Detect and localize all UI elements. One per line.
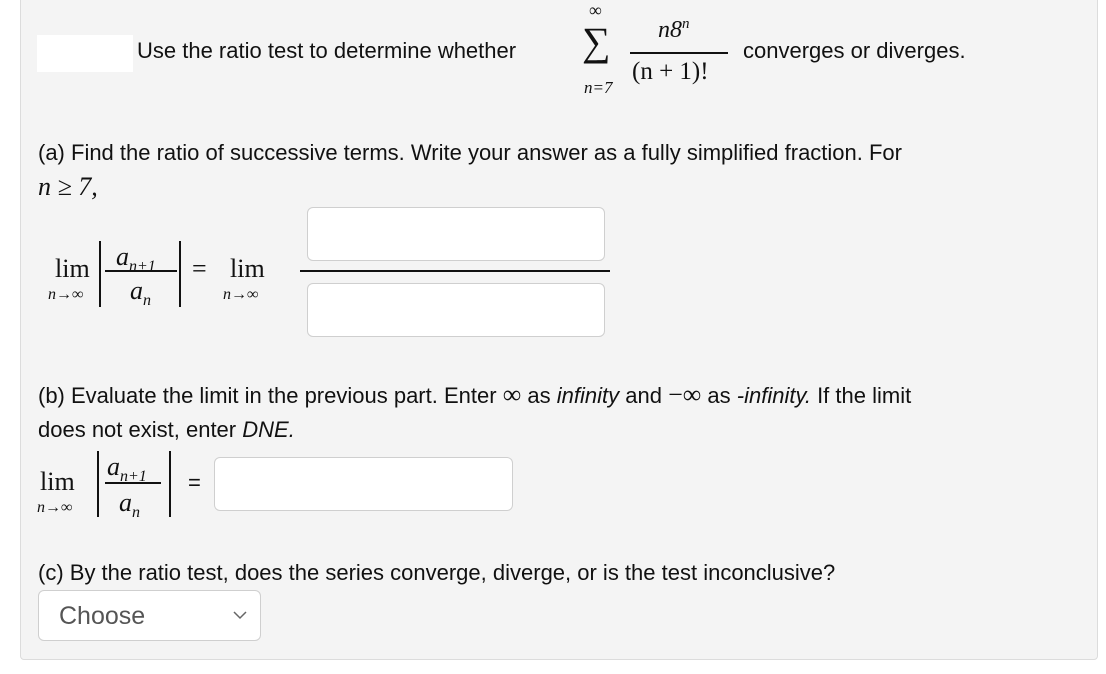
part-b-prompt-line2: does not exist, enter DNE. xyxy=(38,417,295,443)
series-denominator: (n + 1)! xyxy=(632,58,709,85)
lim-label-b: lim xyxy=(40,467,75,496)
as-text-2: as xyxy=(707,383,731,408)
abs-bar-left xyxy=(99,241,101,307)
equals-sign: = xyxy=(192,254,207,283)
sum-symbol: ∑ xyxy=(582,19,611,64)
dne-word: DNE. xyxy=(242,417,295,442)
numerator-exponent: n xyxy=(682,16,690,32)
limit-answer-input[interactable] xyxy=(214,457,513,511)
part-b-prompt-text-2: If the limit xyxy=(817,383,912,408)
ratio-denominator: an xyxy=(130,276,151,310)
numerator-base: n8 xyxy=(658,17,682,43)
and-text: and xyxy=(625,383,662,408)
part-b-prompt-text-3: does not exist, enter xyxy=(38,417,237,442)
neg-infinity-symbol: −∞ xyxy=(668,380,702,409)
lim-subscript-2: n→∞ xyxy=(223,286,259,303)
abs-bar-left-b xyxy=(97,451,99,517)
blank-label-box xyxy=(37,35,133,72)
ratio-den-sub-b: n xyxy=(132,504,140,522)
part-c-prompt: (c) By the ratio test, does the series c… xyxy=(38,560,836,585)
neg-infinity-word: -infinity. xyxy=(736,383,811,408)
select-value: Choose xyxy=(59,602,146,630)
lim-subscript: n→∞ xyxy=(48,286,84,303)
part-a-condition: n ≥ 7, xyxy=(38,172,98,201)
abs-bar-right xyxy=(179,241,181,307)
ratio-fraction-bar-b xyxy=(105,482,161,484)
numerator-input[interactable] xyxy=(307,207,605,261)
series-fraction-bar xyxy=(630,52,728,54)
part-a-prompt: (a) Find the ratio of successive terms. … xyxy=(38,140,902,165)
abs-bar-right-b xyxy=(169,451,171,517)
equals-sign-b: = xyxy=(188,470,201,495)
infinity-symbol: ∞ xyxy=(502,380,522,409)
ratio-den-var: a xyxy=(130,276,143,305)
ratio-fraction-bar xyxy=(105,270,177,272)
lim-subscript-b: n→∞ xyxy=(37,499,73,516)
ratio-num-var-b: a xyxy=(107,452,120,481)
sum-upper-limit: ∞ xyxy=(589,0,602,20)
question-intro: Use the ratio test to determine whether xyxy=(137,38,517,63)
question-outro: converges or diverges. xyxy=(743,38,966,63)
part-b-prompt-line1: (b) Evaluate the limit in the previous p… xyxy=(38,380,911,410)
ratio-den-sub: n xyxy=(143,292,151,310)
sum-lower-limit: n=7 xyxy=(584,78,613,97)
denominator-input[interactable] xyxy=(307,283,605,337)
ratio-den-var-b: a xyxy=(119,488,132,517)
lim-label-2: lim xyxy=(230,254,265,283)
lim-label: lim xyxy=(55,254,90,283)
infinity-word: infinity xyxy=(556,383,620,408)
ratio-num-sub: n+1 xyxy=(129,258,156,276)
ratio-num-var: a xyxy=(116,242,129,271)
as-text: as xyxy=(527,383,551,408)
part-b-prompt-text: (b) Evaluate the limit in the previous p… xyxy=(38,383,497,408)
series-numerator: n8n xyxy=(658,16,690,44)
answer-fraction-bar xyxy=(300,270,610,272)
converge-diverge-select[interactable]: Choose xyxy=(38,590,261,641)
chevron-down-icon xyxy=(233,611,247,620)
ratio-denominator-b: an xyxy=(119,488,140,522)
